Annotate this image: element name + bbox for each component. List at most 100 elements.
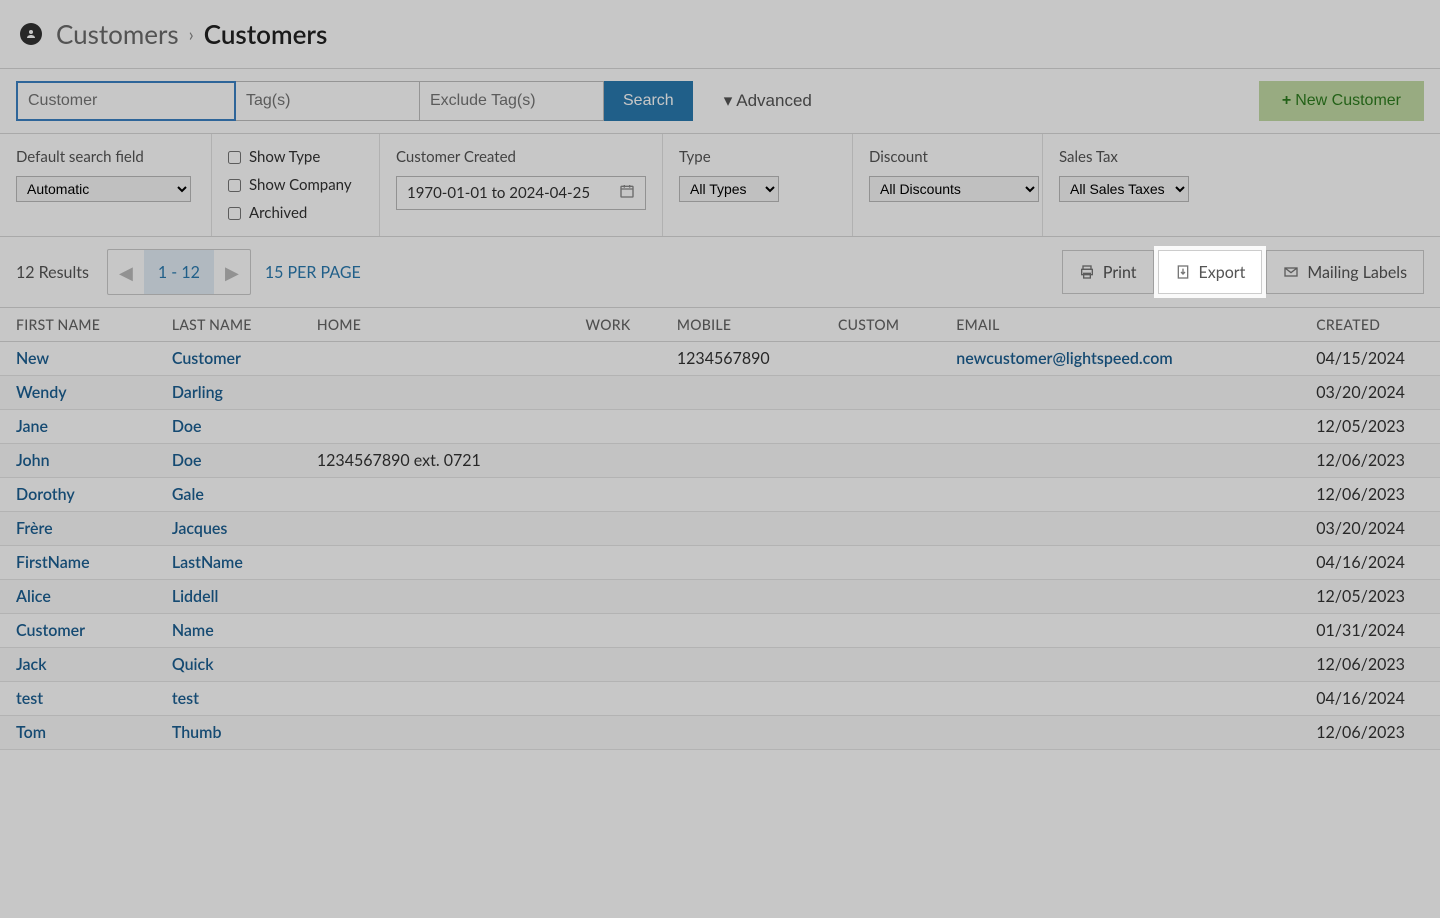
per-page-toggle[interactable]: 15 PER PAGE [265, 263, 361, 282]
first-name-link[interactable]: Alice [16, 587, 51, 606]
show-type-label: Show Type [249, 148, 320, 166]
created-cell: 12/05/2023 [1300, 410, 1440, 444]
col-first-name[interactable]: FIRST NAME [0, 308, 156, 342]
sales-tax-select[interactable]: All Sales Taxes [1059, 176, 1189, 202]
work-cell [570, 512, 661, 546]
home-cell [301, 614, 570, 648]
breadcrumb-parent[interactable]: Customers [56, 18, 179, 50]
email-link[interactable]: newcustomer@lightspeed.com [956, 349, 1172, 368]
page-next-button[interactable]: ▶ [214, 250, 250, 294]
first-name-link[interactable]: John [16, 451, 50, 470]
home-cell [301, 478, 570, 512]
last-name-link[interactable]: Gale [172, 485, 204, 504]
customer-search-input[interactable] [16, 81, 236, 121]
table-row: FirstName LastName 04/16/2024 [0, 546, 1440, 580]
first-name-link[interactable]: Dorothy [16, 485, 75, 504]
first-name-link[interactable]: Frère [16, 519, 53, 538]
first-name-link[interactable]: Wendy [16, 383, 67, 402]
discount-label: Discount [869, 148, 1026, 166]
discount-select[interactable]: All Discounts [869, 176, 1039, 202]
type-label: Type [679, 148, 836, 166]
table-row: CustomerName01/31/2024 [0, 614, 1440, 648]
print-button[interactable]: Print [1062, 250, 1154, 294]
breadcrumb-current: Customers [204, 18, 328, 50]
email-cell [940, 444, 1300, 478]
col-mobile[interactable]: MOBILE [661, 308, 822, 342]
first-name-link[interactable]: FirstName [16, 553, 90, 572]
advanced-toggle[interactable]: ▾Advanced [705, 81, 831, 121]
last-name-link[interactable]: Darling [172, 383, 223, 402]
created-cell: 04/16/2024 [1300, 546, 1440, 580]
search-bar: Search ▾Advanced +New Customer [0, 68, 1440, 134]
email-cell [940, 376, 1300, 410]
custom-cell [822, 444, 940, 478]
customer-created-label: Customer Created [396, 148, 646, 166]
show-type-checkbox[interactable]: Show Type [228, 148, 363, 166]
email-cell [940, 614, 1300, 648]
new-customer-button[interactable]: +New Customer [1259, 81, 1424, 121]
last-name-link[interactable]: Name [172, 621, 214, 640]
last-name-link[interactable]: Quick [172, 655, 214, 674]
show-company-checkbox[interactable]: Show Company [228, 176, 363, 194]
print-icon [1079, 264, 1095, 280]
show-company-label: Show Company [249, 176, 352, 194]
date-range-input[interactable]: 1970-01-01 to 2024-04-25 [396, 176, 646, 210]
first-name-link[interactable]: Tom [16, 723, 46, 742]
last-name-link[interactable]: Doe [172, 451, 202, 470]
page-range[interactable]: 1 - 12 [144, 250, 214, 294]
mailing-labels-button[interactable]: Mailing Labels [1266, 250, 1424, 294]
exclude-tags-input[interactable] [420, 81, 604, 121]
first-name-link[interactable]: Customer [16, 621, 85, 640]
first-name-link[interactable]: test [16, 689, 43, 708]
table-row: Jane Doe 12/05/2023 [0, 410, 1440, 444]
last-name-link[interactable]: test [172, 689, 199, 708]
page-prev-button[interactable]: ◀ [108, 250, 144, 294]
archived-label: Archived [249, 204, 307, 222]
col-custom[interactable]: CUSTOM [822, 308, 940, 342]
last-name-link[interactable]: LastName [172, 553, 243, 572]
email-cell [940, 512, 1300, 546]
first-name-link[interactable]: Jack [16, 655, 47, 674]
first-name-link[interactable]: Jane [16, 417, 48, 436]
mobile-cell [661, 648, 822, 682]
search-button[interactable]: Search [604, 81, 693, 121]
last-name-link[interactable]: Thumb [172, 723, 222, 742]
email-cell [940, 716, 1300, 750]
mobile-cell [661, 546, 822, 580]
export-button[interactable]: Export [1158, 250, 1263, 294]
col-work[interactable]: WORK [570, 308, 661, 342]
mobile-cell [661, 580, 822, 614]
default-search-field-select[interactable]: Automatic [16, 176, 191, 202]
created-cell: 12/06/2023 [1300, 478, 1440, 512]
work-cell [570, 648, 661, 682]
chevron-right-icon: › [189, 23, 194, 45]
col-last-name[interactable]: LAST NAME [156, 308, 301, 342]
work-cell [570, 444, 661, 478]
custom-cell [822, 682, 940, 716]
type-select[interactable]: All Types [679, 176, 779, 202]
mobile-cell: 1234567890 [661, 342, 822, 376]
first-name-link[interactable]: New [16, 349, 49, 368]
custom-cell [822, 648, 940, 682]
archived-checkbox[interactable]: Archived [228, 204, 363, 222]
home-cell [301, 580, 570, 614]
tags-input[interactable] [236, 81, 420, 121]
home-cell [301, 682, 570, 716]
home-cell [301, 546, 570, 580]
work-cell [570, 478, 661, 512]
last-name-link[interactable]: Customer [172, 349, 241, 368]
created-cell: 12/06/2023 [1300, 444, 1440, 478]
last-name-link[interactable]: Doe [172, 417, 202, 436]
last-name-link[interactable]: Liddell [172, 587, 219, 606]
created-cell: 12/06/2023 [1300, 648, 1440, 682]
col-home[interactable]: HOME [301, 308, 570, 342]
mobile-cell [661, 614, 822, 648]
col-email[interactable]: EMAIL [940, 308, 1300, 342]
table-row: JohnDoe1234567890 ext. 072112/06/2023 [0, 444, 1440, 478]
col-created[interactable]: CREATED [1300, 308, 1440, 342]
table-row: AliceLiddell12/05/2023 [0, 580, 1440, 614]
last-name-link[interactable]: Jacques [172, 519, 228, 538]
custom-cell [822, 512, 940, 546]
home-cell [301, 716, 570, 750]
envelope-icon [1283, 264, 1299, 280]
